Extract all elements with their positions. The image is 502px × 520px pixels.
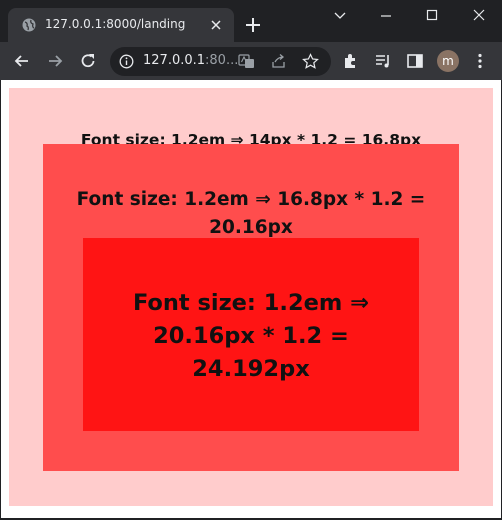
tab-active[interactable]: 127.0.0.1:8000/landing	[8, 8, 234, 42]
sidebar-icon[interactable]	[405, 51, 425, 71]
url-rest: :80...	[205, 53, 239, 68]
url-host: 127.0.0.1	[143, 53, 206, 68]
tab-strip: 127.0.0.1:8000/landing	[0, 0, 502, 42]
profile-avatar[interactable]: m	[437, 50, 459, 72]
tab-title: 127.0.0.1:8000/landing	[45, 17, 186, 31]
middle-box: Font size: 1.2em ⇒ 16.8px * 1.2 = 20.16p…	[43, 144, 459, 471]
outer-box: Font size: 1.2em ⇒ 14px * 1.2 = 16.8px F…	[9, 88, 493, 506]
page-viewport: Font size: 1.2em ⇒ 14px * 1.2 = 16.8px F…	[1, 80, 501, 518]
window-close-icon[interactable]	[462, 4, 496, 26]
maximize-icon[interactable]	[415, 4, 449, 26]
inner-box: Font size: 1.2em ⇒ 20.16px * 1.2 = 24.19…	[83, 238, 419, 431]
address-bar[interactable]: 127.0.0.1:80...	[110, 47, 331, 76]
forward-icon[interactable]	[45, 51, 65, 71]
close-icon[interactable]	[208, 17, 224, 33]
chevron-down-icon[interactable]	[323, 4, 357, 26]
minimize-icon[interactable]	[369, 4, 403, 26]
url-text: 127.0.0.1:80...	[143, 53, 238, 68]
menu-icon[interactable]	[470, 51, 490, 71]
media-icon[interactable]	[373, 51, 393, 71]
plus-icon[interactable]	[244, 16, 262, 34]
star-icon[interactable]	[302, 53, 319, 70]
translate-icon[interactable]	[238, 53, 255, 70]
reload-icon[interactable]	[78, 51, 98, 71]
extensions-icon[interactable]	[341, 51, 361, 71]
globe-icon	[22, 18, 36, 32]
level2-text: Font size: 1.2em ⇒ 16.8px * 1.2 = 20.16p…	[76, 189, 426, 238]
info-icon[interactable]	[119, 54, 134, 69]
back-icon[interactable]	[12, 51, 32, 71]
browser-toolbar: 127.0.0.1:80... m	[0, 42, 502, 80]
share-icon[interactable]	[270, 53, 287, 70]
level3-text: Font size: 1.2em ⇒ 20.16px * 1.2 = 24.19…	[132, 290, 370, 382]
